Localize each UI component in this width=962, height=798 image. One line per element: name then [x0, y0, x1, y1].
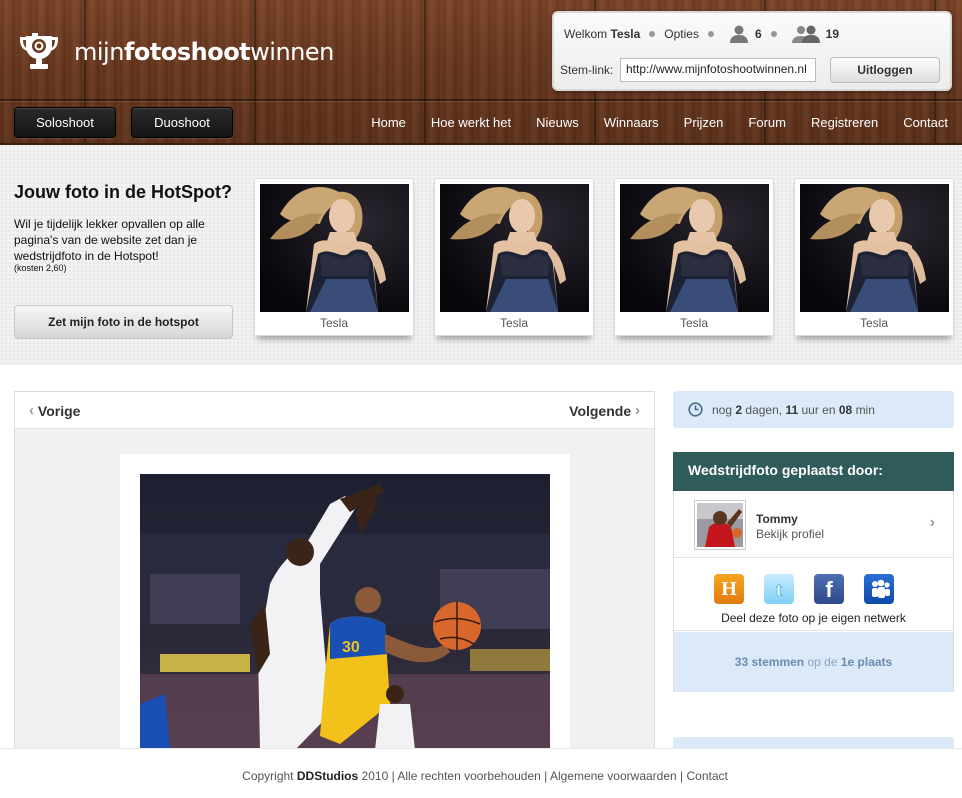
site-footer: Copyright DDStudios 2010 | Alle rechten …	[0, 748, 962, 798]
nav-forum[interactable]: Forum	[748, 115, 786, 130]
footer-company: DDStudios	[296, 769, 359, 783]
nav-prijzen[interactable]: Prijzen	[684, 115, 724, 130]
user-box: Welkom Tesla Opties 6 19 Stem-link: http…	[552, 11, 952, 91]
votes-summary: 33 stemmen op de 1e plaats	[674, 632, 953, 692]
hotspot-card[interactable]: Tesla	[254, 178, 414, 336]
duoshoot-button[interactable]: Duoshoot	[131, 107, 233, 138]
next-link[interactable]: Volgende ›	[569, 402, 640, 419]
svg-text:30: 30	[342, 639, 360, 656]
welcome-label: Welkom	[564, 27, 608, 41]
stem-link-field[interactable]: http://www.mijnfotoshootwinnen.nl	[620, 58, 816, 82]
hyves-icon[interactable]: H	[714, 574, 744, 604]
nav-nieuws[interactable]: Nieuws	[536, 115, 579, 130]
timer-prefix: nog	[712, 402, 733, 417]
next-label: Volgende	[569, 402, 632, 419]
nav-home[interactable]: Home	[371, 115, 406, 130]
hotspot-card-name: Tesla	[319, 316, 348, 330]
svg-text:t: t	[776, 579, 783, 601]
footer-year: 2010 |	[361, 769, 395, 783]
votes-middle: op de	[807, 655, 838, 669]
footer-terms-link[interactable]: Algemene voorwaarden	[550, 769, 677, 783]
hotspot-section: Jouw foto in de HotSpot? Wil je tijdelij…	[0, 145, 962, 365]
timer-minutes: 08	[838, 402, 853, 417]
photo-navigation: ‹ Vorige Volgende ›	[15, 392, 654, 429]
hotspot-photo	[800, 184, 949, 312]
hotspot-description: Wil je tijdelijk lekker opvallen op alle…	[14, 217, 205, 263]
soloshoot-button[interactable]: Soloshoot	[14, 107, 116, 138]
group-icon[interactable]	[791, 25, 820, 43]
previous-label: Vorige	[37, 402, 81, 419]
hotspot-card[interactable]: Tesla	[434, 178, 594, 336]
photo-frame: 30	[120, 454, 570, 754]
hotspot-photo	[440, 184, 589, 312]
timer-hours: 11	[785, 402, 799, 417]
chevron-right-icon[interactable]: ›	[930, 514, 935, 532]
hotspot-card-name: Tesla	[859, 316, 888, 330]
avatar[interactable]	[694, 500, 746, 550]
options-link[interactable]: Opties	[664, 27, 699, 41]
site-logo[interactable]: mijnfotoshootwinnen	[14, 33, 334, 71]
share-section: H t f Deel deze foto op je eigen netwerk	[674, 559, 953, 631]
owner-panel: Wedstrijdfoto geplaatst door: Tommy Beki…	[673, 452, 954, 692]
share-text: Deel deze foto op je eigen netwerk	[721, 611, 906, 625]
footer-copyright: Copyright	[242, 769, 294, 783]
trophy-camera-icon	[14, 33, 64, 71]
nav-registreren[interactable]: Registreren	[811, 115, 878, 130]
votes-count: 33 stemmen	[734, 655, 805, 669]
hotspot-button[interactable]: Zet mijn foto in de hotspot	[14, 305, 233, 339]
owner-panel-title: Wedstrijdfoto geplaatst door:	[673, 452, 954, 491]
hotspot-card-name: Tesla	[499, 316, 528, 330]
friends-count: 6	[754, 27, 762, 41]
group-count: 19	[825, 27, 839, 41]
contest-photo-panel: ‹ Vorige Volgende › 30	[14, 391, 655, 754]
footer-rights-link[interactable]: Alle rechten voorbehouden	[397, 769, 540, 783]
hotspot-title: Jouw foto in de HotSpot?	[14, 182, 232, 202]
contest-photo[interactable]: 30	[140, 474, 550, 750]
user-info-row: Welkom Tesla Opties 6 19	[564, 25, 839, 43]
owner-name[interactable]: Tommy	[756, 512, 798, 526]
footer-text: Copyright DDStudios 2010 | Alle rechten …	[242, 769, 728, 783]
username-link[interactable]: Tesla	[610, 27, 640, 41]
nav-contact[interactable]: Contact	[903, 115, 948, 130]
logo-text: mijnfotoshootwinnen	[74, 38, 334, 66]
stem-link-label: Stem-link:	[560, 63, 614, 77]
owner-profile-row[interactable]: Tommy Bekijk profiel ›	[674, 492, 953, 558]
twitter-icon[interactable]: t	[764, 574, 794, 604]
logout-button[interactable]: Uitloggen	[830, 57, 940, 83]
footer-contact-link[interactable]: Contact	[686, 769, 727, 783]
nav-winnaars[interactable]: Winnaars	[604, 115, 659, 130]
hotspot-cost: (kosten 2,60)	[14, 263, 67, 273]
site-header: mijnfotoshootwinnen Welkom Tesla Opties …	[0, 0, 962, 145]
hotspot-photo	[620, 184, 769, 312]
countdown-timer: nog 2 dagen, 11 uur en 08 min	[673, 391, 954, 428]
hotspot-card[interactable]: Tesla	[794, 178, 954, 336]
friends-icon[interactable]	[729, 25, 749, 43]
nav-hoe-werkt-het[interactable]: Hoe werkt het	[431, 115, 511, 130]
facebook-icon[interactable]: f	[814, 574, 844, 604]
separator-dot	[649, 31, 656, 37]
separator-dot	[770, 31, 777, 37]
clock-icon	[688, 402, 703, 417]
previous-link[interactable]: ‹ Vorige	[29, 402, 80, 419]
hotspot-card[interactable]: Tesla	[614, 178, 774, 336]
stem-link-row: Stem-link: http://www.mijnfotoshootwinne…	[560, 57, 940, 83]
votes-place: 1e plaats	[840, 655, 893, 669]
header-divider	[0, 99, 962, 101]
timer-days-label: dagen,	[745, 402, 783, 417]
chevron-left-icon: ‹	[29, 402, 34, 419]
view-profile-link[interactable]: Bekijk profiel	[756, 527, 824, 541]
hotspot-photo	[260, 184, 409, 312]
timer-days: 2	[735, 402, 743, 417]
chevron-right-icon: ›	[635, 402, 640, 419]
timer-minutes-label: min	[855, 402, 875, 417]
timer-hours-label: uur en	[801, 402, 836, 417]
main-nav: Home Hoe werkt het Nieuws Winnaars Prijz…	[346, 115, 948, 130]
myspace-icon[interactable]	[864, 574, 894, 604]
hotspot-card-name: Tesla	[679, 316, 708, 330]
separator-dot	[707, 31, 714, 37]
